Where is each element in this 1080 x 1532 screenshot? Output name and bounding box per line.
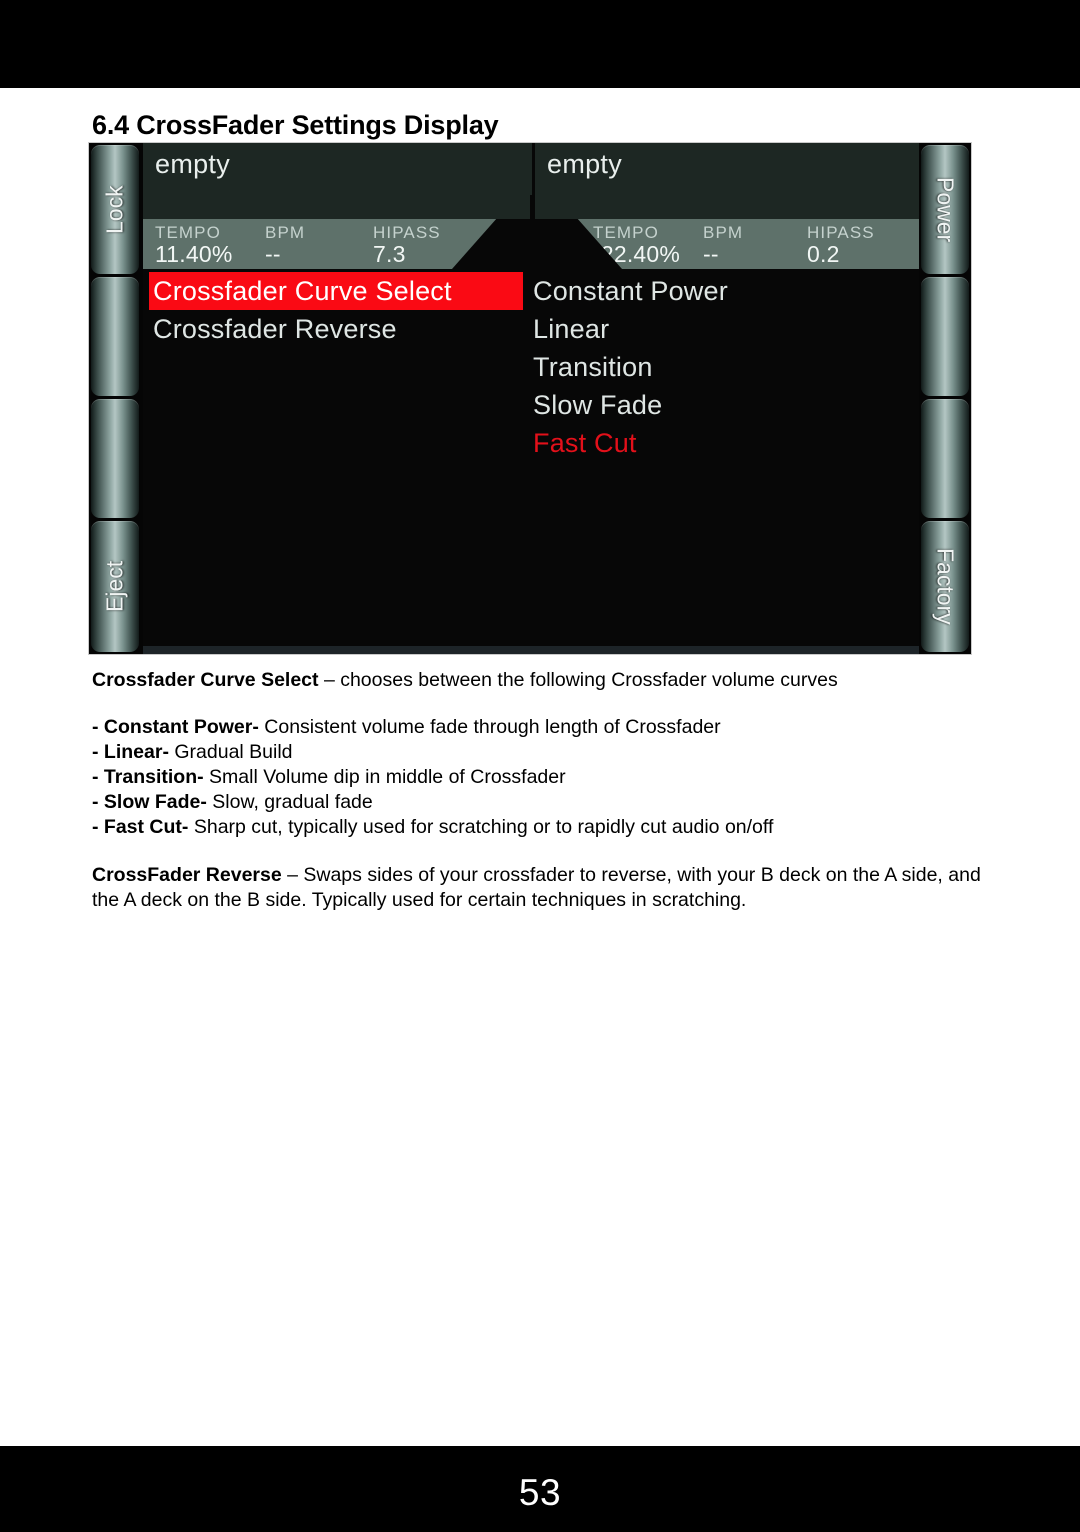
curve-dash-4: - [92,816,104,838]
curve-sep-3: - [200,791,213,813]
hardware-button-left-2[interactable] [91,277,139,396]
deck-b-hipass-value: 0.2 [807,241,840,267]
hardware-button-factory[interactable]: Factory [921,521,969,652]
hardware-button-right-2[interactable] [921,277,969,396]
curve-text-fast-cut: Sharp cut, typically used for scratching… [193,816,774,838]
deck-b-bpm-value: -- [703,241,719,267]
term-crossfader-curve-select: Crossfader Curve Select [92,669,319,691]
menu-item-crossfader-curve-select[interactable]: Crossfader Curve Select [149,272,523,310]
menu-item-crossfader-reverse[interactable]: Crossfader Reverse [149,310,525,348]
deck-a-hipass-value: 7.3 [373,241,406,267]
hardware-button-right-3[interactable] [921,399,969,518]
curve-dash-1: - [92,741,104,763]
body-copy: Crossfader Curve Select – chooses betwee… [92,668,997,913]
page-title: 6.4 CrossFader Settings Display [92,110,499,140]
curve-term-slow-fade: Slow Fade [103,791,201,813]
term-crossfader-reverse: CrossFader Reverse [92,864,282,886]
curve-item-slow-fade: - Slow Fade- Slow, gradual fade [92,790,997,815]
curve-text-constant-power: Consistent volume fade through length of… [264,716,721,738]
curve-text-slow-fade: Slow, gradual fade [212,791,373,813]
deck-b-track-name: empty [547,149,623,179]
curve-term-transition: Transition [103,766,198,788]
hardware-button-power-label: Power [932,176,959,243]
deck-b-title-bar: empty [535,143,919,219]
menu-value-constant-power[interactable]: Constant Power [529,272,909,310]
curve-dash-0: - [92,716,104,738]
deck-b-hipass-label: HIPASS [807,223,875,242]
hardware-button-eject-label: Eject [101,560,128,613]
curve-text-transition: Small Volume dip in middle of Crossfader [209,766,566,788]
menu-value-slow-fade[interactable]: Slow Fade [529,386,909,424]
lcd-screen: empty TEMPO 11.40% BPM -- HIPASS 7.3 emp… [143,143,919,654]
curve-term-constant-power: Constant Power [103,716,253,738]
paragraph-crossfader-reverse: CrossFader Reverse – Swaps sides of your… [92,863,997,913]
menu-value-transition[interactable]: Transition [529,348,909,386]
curve-dash-3: - [92,791,104,813]
device-body: Lock Eject Power Factory empty TEMPO 11.… [89,143,971,654]
page-number: 53 [518,1472,562,1513]
hardware-button-power[interactable]: Power [921,145,969,274]
curve-sep-4: - [181,816,194,838]
hardware-button-factory-label: Factory [932,548,959,625]
curve-item-fast-cut: - Fast Cut- Sharp cut, typically used fo… [92,815,997,840]
hardware-button-left-3[interactable] [91,399,139,518]
curve-list: - Constant Power- Consistent volume fade… [92,715,997,840]
curve-dash-2: - [92,766,104,788]
hardware-button-right-2-label [921,277,969,396]
curve-item-constant-power: - Constant Power- Consistent volume fade… [92,715,997,740]
curve-text-linear: Gradual Build [174,741,293,763]
page-top-black-band [0,0,1080,88]
deck-a-bpm-label: BPM [265,223,306,242]
settings-value-column: Constant Power Linear Transition Slow Fa… [529,272,909,462]
paragraph-curve-select-intro: Crossfader Curve Select – chooses betwee… [92,668,997,693]
deck-a-tempo-value: 11.40% [155,241,233,267]
menu-value-fast-cut[interactable]: Fast Cut [529,424,909,462]
hardware-button-eject[interactable]: Eject [91,521,139,652]
hardware-button-right-3-label [921,399,969,518]
curve-term-fast-cut: Fast Cut [103,816,182,838]
hardware-button-left-3-label [91,399,139,518]
settings-name-column: Crossfader Curve Select Crossfader Rever… [149,272,525,348]
deck-a-track-name: empty [155,149,231,179]
curve-sep-0: - [252,716,265,738]
deck-b-bpm-label: BPM [703,223,744,242]
device-screen-figure: Lock Eject Power Factory empty TEMPO 11.… [88,142,972,655]
text-crossfader-curve-select: – chooses between the following Crossfad… [318,669,838,691]
curve-term-linear: Linear [103,741,163,763]
curve-sep-2: - [197,766,210,788]
deck-a-bpm-value: -- [265,241,281,267]
deck-b-tempo-label: TEMPO [593,223,659,242]
deck-divider-stem [530,195,534,221]
deck-a-tempo-label: TEMPO [155,223,221,242]
curve-item-transition: - Transition- Small Volume dip in middle… [92,765,997,790]
hardware-button-left-2-label [91,277,139,396]
curve-item-linear: - Linear- Gradual Build [92,740,997,765]
deck-a-hipass-label: HIPASS [373,223,441,242]
hardware-button-lock[interactable]: Lock [91,145,139,274]
curve-sep-1: - [162,741,175,763]
deck-a-title-bar: empty [143,143,532,219]
lcd-bottom-strip [143,646,919,654]
hardware-button-lock-label: Lock [101,185,128,234]
settings-menu: Crossfader Curve Select Crossfader Rever… [143,272,919,652]
menu-value-linear[interactable]: Linear [529,310,909,348]
